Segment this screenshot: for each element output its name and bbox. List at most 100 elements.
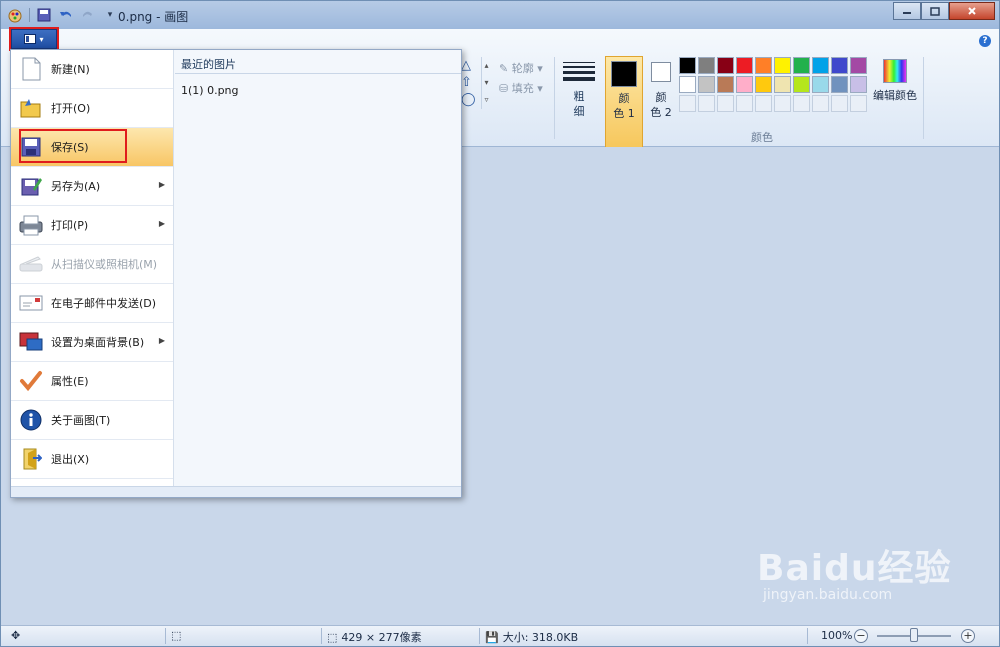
color2-swatch bbox=[651, 62, 671, 82]
maximize-button[interactable] bbox=[921, 2, 949, 20]
title-bar: ▾ 0.png - 画图 bbox=[1, 1, 999, 29]
palette-color-cell[interactable] bbox=[679, 76, 696, 93]
file-menu-item[interactable]: 打印(P) ▶ bbox=[11, 206, 173, 245]
file-menu-item[interactable]: 新建(N) bbox=[11, 50, 173, 89]
color1-button[interactable]: 颜 色 1 bbox=[605, 56, 643, 151]
palette-color-cell[interactable] bbox=[717, 76, 734, 93]
redo-icon[interactable] bbox=[80, 7, 96, 23]
file-menu-item-label: 打开(O) bbox=[51, 102, 91, 115]
palette-color-cell[interactable] bbox=[831, 95, 848, 112]
shapes-gallery[interactable]: △ ⇧ ◯ ▴ ▾ ▿ bbox=[461, 57, 495, 141]
palette-color-cell[interactable] bbox=[774, 95, 791, 112]
file-menu-item[interactable]: 设置为桌面背景(B) ▶ bbox=[11, 323, 173, 362]
customize-toolbar-icon[interactable]: ▾ bbox=[102, 7, 118, 23]
close-icon bbox=[968, 7, 976, 15]
checkmark-icon bbox=[18, 368, 44, 394]
file-menu-item-label: 属性(E) bbox=[51, 375, 89, 388]
recent-divider bbox=[175, 73, 461, 74]
file-menu-item[interactable]: 关于画图(T) bbox=[11, 401, 173, 440]
palette-color-cell[interactable] bbox=[698, 57, 715, 74]
palette-color-cell[interactable] bbox=[793, 95, 810, 112]
file-menu-item-label: 关于画图(T) bbox=[51, 414, 111, 427]
file-menu-item[interactable]: 打开(O) bbox=[11, 89, 173, 128]
image-dimensions: ⬚ 429 × 277像素 bbox=[327, 629, 422, 645]
palette-color-cell[interactable] bbox=[755, 76, 772, 93]
palette-color-cell[interactable] bbox=[717, 57, 734, 74]
file-menu-item-label: 退出(X) bbox=[51, 453, 90, 466]
selection-size: ⬚ bbox=[171, 629, 181, 642]
help-icon[interactable]: ? bbox=[979, 35, 991, 47]
file-menu-item[interactable]: 退出(X) bbox=[11, 440, 173, 479]
palette-color-cell[interactable] bbox=[850, 76, 867, 93]
toolbar-separator bbox=[29, 8, 30, 22]
cursor-position: ✥ bbox=[11, 629, 20, 642]
palette-color-cell[interactable] bbox=[850, 57, 867, 74]
watermark: Baidu经验 jingyan.baidu.com bbox=[757, 539, 951, 603]
zoom-level: 100% bbox=[821, 629, 853, 642]
edit-colors-button[interactable]: 编辑颜色 bbox=[873, 59, 917, 103]
submenu-arrow-icon: ▶ bbox=[158, 336, 165, 345]
watermark-brand: Baidu经验 bbox=[757, 548, 952, 589]
color2-label: 颜 色 2 bbox=[650, 91, 672, 119]
submenu-arrow-icon: ▶ bbox=[158, 180, 165, 189]
status-divider bbox=[479, 628, 480, 644]
palette-color-cell[interactable] bbox=[812, 95, 829, 112]
paint-app-icon[interactable] bbox=[7, 7, 23, 23]
palette-color-cell[interactable] bbox=[812, 57, 829, 74]
file-menu-item[interactable]: 在电子邮件中发送(D) bbox=[11, 284, 173, 323]
file-menu-item-label: 从扫描仪或照相机(M) bbox=[51, 258, 158, 271]
zoom-out-button[interactable]: − bbox=[854, 629, 868, 643]
status-bar: ✥ ⬚ ⬚ 429 × 277像素 💾 大小: 318.0KB 100% − + bbox=[1, 625, 999, 646]
recent-item[interactable]: 1(1) 0.png bbox=[181, 84, 239, 97]
palette-color-cell[interactable] bbox=[793, 76, 810, 93]
open-folder-icon bbox=[18, 95, 44, 121]
close-button[interactable] bbox=[949, 2, 995, 20]
palette-color-cell[interactable] bbox=[698, 76, 715, 93]
outline-label: 轮廓 bbox=[511, 62, 534, 75]
palette-color-cell[interactable] bbox=[679, 57, 696, 74]
save-icon[interactable] bbox=[36, 7, 52, 23]
palette-color-cell[interactable] bbox=[698, 95, 715, 112]
thickness-button[interactable]: 粗 细 bbox=[557, 59, 601, 119]
palette-color-cell[interactable] bbox=[717, 95, 734, 112]
save-highlight-box bbox=[19, 129, 127, 163]
disk-icon: 💾 bbox=[485, 630, 499, 644]
palette-color-cell[interactable] bbox=[850, 95, 867, 112]
color1-label: 颜 色 1 bbox=[613, 92, 635, 120]
undo-icon[interactable] bbox=[58, 7, 74, 23]
file-size-text: 大小: 318.0KB bbox=[502, 631, 579, 644]
outline-dropdown[interactable]: ✎ 轮廓 ▾ bbox=[499, 59, 543, 79]
zoom-slider-thumb[interactable] bbox=[910, 628, 918, 642]
save-as-icon bbox=[18, 173, 44, 199]
status-divider bbox=[165, 628, 166, 644]
palette-color-cell[interactable] bbox=[679, 95, 696, 112]
file-menu-item: 从扫描仪或照相机(M) bbox=[11, 245, 173, 284]
fill-dropdown[interactable]: ⛁ 填充 ▾ bbox=[499, 79, 543, 99]
window-controls bbox=[893, 2, 995, 20]
scanner-icon bbox=[18, 251, 44, 277]
palette-color-cell[interactable] bbox=[755, 95, 772, 112]
minimize-button[interactable] bbox=[893, 2, 921, 20]
palette-color-cell[interactable] bbox=[736, 57, 753, 74]
palette-color-cell[interactable] bbox=[774, 76, 791, 93]
shapes-scroll[interactable]: ▴ ▾ ▿ bbox=[481, 57, 491, 109]
email-icon bbox=[18, 290, 44, 316]
color2-button[interactable]: 颜 色 2 bbox=[642, 56, 680, 151]
palette-color-cell[interactable] bbox=[774, 57, 791, 74]
file-menu-item[interactable]: 另存为(A) ▶ bbox=[11, 167, 173, 206]
menu-button-highlight bbox=[9, 27, 59, 51]
ribbon-separator bbox=[923, 57, 924, 139]
palette-color-cell[interactable] bbox=[736, 95, 753, 112]
palette-color-cell[interactable] bbox=[793, 57, 810, 74]
palette-color-cell[interactable] bbox=[736, 76, 753, 93]
file-menu-item[interactable]: 属性(E) bbox=[11, 362, 173, 401]
palette-color-cell[interactable] bbox=[755, 57, 772, 74]
file-menu-item-label: 新建(N) bbox=[51, 63, 90, 76]
palette-color-cell[interactable] bbox=[831, 76, 848, 93]
palette-color-cell[interactable] bbox=[812, 76, 829, 93]
recent-pictures-title: 最近的图片 bbox=[181, 58, 236, 71]
color-palette bbox=[679, 57, 867, 112]
zoom-in-button[interactable]: + bbox=[961, 629, 975, 643]
palette-color-cell[interactable] bbox=[831, 57, 848, 74]
paint-window: ▾ 0.png - 画图 ? △ ⇧ ◯ ▴▾▿ ✎ 轮廓 ▾ ⛁ 填充 ▾ bbox=[0, 0, 1000, 647]
